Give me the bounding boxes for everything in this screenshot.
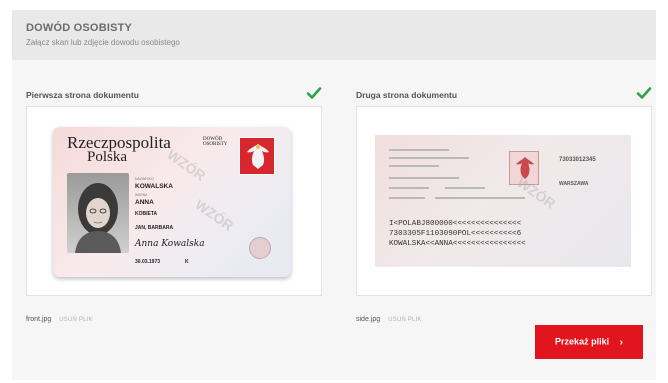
watermark: WZÓR <box>164 146 209 184</box>
submit-label: Przekaż pliki <box>555 337 610 348</box>
text-line <box>435 197 525 199</box>
id-label-surname: NAZWISKO <box>135 177 154 181</box>
mrz-line-1: I<POLABJ800000<<<<<<<<<<<<<<< <box>389 220 522 228</box>
id-city: WARSZAWA <box>559 181 589 187</box>
check-icon <box>306 87 322 99</box>
id-card-number: 73033012345 <box>559 157 596 163</box>
submit-files-button[interactable]: Przekaż pliki › <box>535 325 643 359</box>
mrz-zone: I<POLABJ800000<<<<<<<<<<<<<<< 7303305F110… <box>389 219 526 249</box>
id-card-front-image: Rzeczpospolita Polska DOWÓD OSOBISTY NAZ… <box>53 127 291 277</box>
text-line <box>389 157 469 159</box>
section-subtitle: Załącz skan lub zdjęcie dowodu osobisteg… <box>26 38 180 47</box>
id-photo <box>67 173 129 253</box>
front-file-row: front.jpg USUŃ PLIK <box>26 316 93 323</box>
id-doc-type-line2: OSOBISTY <box>203 142 228 147</box>
eagle-emblem-icon <box>239 137 275 175</box>
check-icon <box>636 87 652 99</box>
back-file-name: side.jpg <box>356 316 381 323</box>
front-preview[interactable]: Rzeczpospolita Polska DOWÓD OSOBISTY NAZ… <box>26 106 322 296</box>
text-line <box>389 187 429 189</box>
back-preview[interactable]: 73033012345 WARSZAWA WZÓR I<POLABJ800000… <box>356 106 652 296</box>
id-country-line2: Polska <box>87 149 128 165</box>
upload-front-label: Pierwsza strona dokumentu <box>26 90 139 100</box>
remove-back-file-link[interactable]: USUŃ PLIK <box>388 317 421 323</box>
mrz-line-3: KOWALSKA<<ANNA<<<<<<<<<<<<<<<< <box>389 240 526 248</box>
id-surname: KOWALSKA <box>135 183 173 190</box>
id-doc-type: DOWÓD OSOBISTY <box>203 137 227 147</box>
id-label-given: IMIONA <box>135 193 148 197</box>
card-header: DOWÓD OSOBISTY Załącz skan lub zdjęcie d… <box>12 10 656 60</box>
text-line <box>445 187 485 189</box>
id-parents: JAN, BARBARA <box>135 225 174 231</box>
id-sex-code: K <box>185 259 189 265</box>
front-file-name: front.jpg <box>26 316 52 323</box>
id-sex: KOBIETA <box>135 211 158 217</box>
id-given-name: ANNA <box>135 199 154 206</box>
text-line <box>389 197 425 199</box>
text-line <box>389 177 459 179</box>
hologram-icon <box>249 237 271 259</box>
text-line <box>389 165 439 167</box>
watermark: WZÓR <box>192 196 237 234</box>
remove-front-file-link[interactable]: USUŃ PLIK <box>59 317 92 323</box>
id-signature: Anna Kowalska <box>135 239 205 249</box>
upload-back-label: Druga strona dokumentu <box>356 90 458 100</box>
text-line <box>389 149 449 151</box>
back-file-row: side.jpg USUŃ PLIK <box>356 316 422 323</box>
id-card-back-image: 73033012345 WARSZAWA WZÓR I<POLABJ800000… <box>375 135 631 267</box>
id-birth-date: 30.03.1973 <box>135 259 161 265</box>
mrz-line-2: 7303305F1103090POL<<<<<<<<<<6 <box>389 230 522 238</box>
section-title: DOWÓD OSOBISTY <box>26 22 133 34</box>
chevron-right-icon: › <box>619 336 623 348</box>
